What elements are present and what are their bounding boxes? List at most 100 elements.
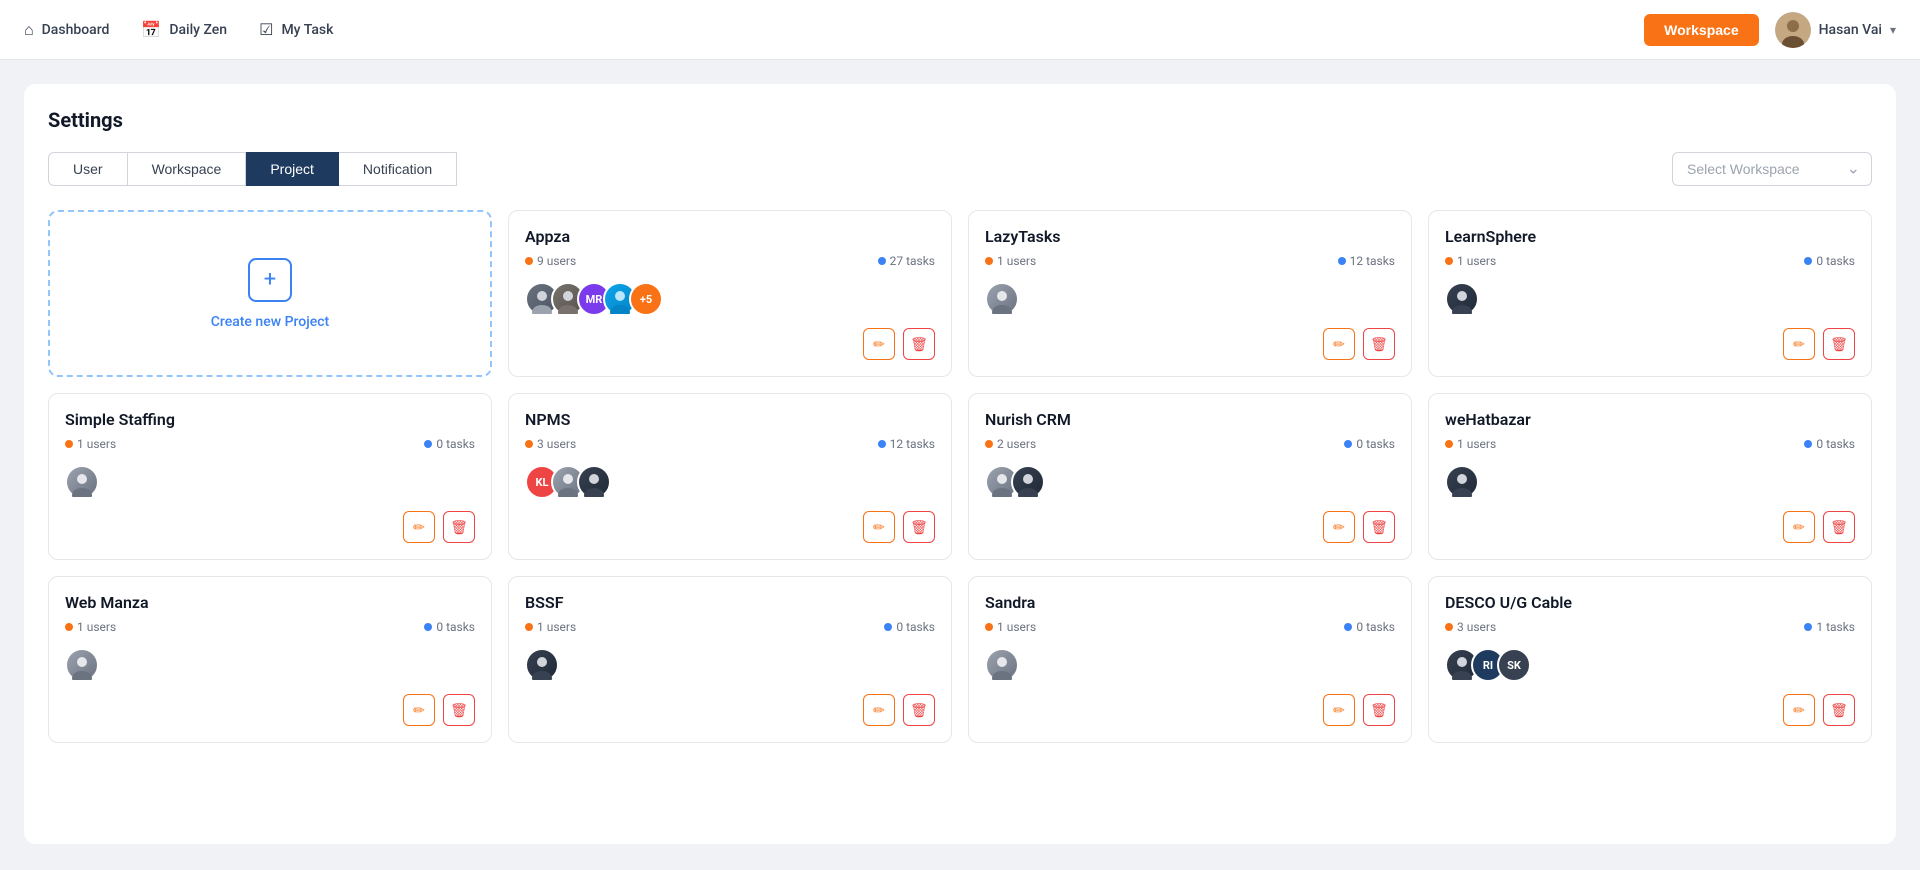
meta-tasks: 0 tasks — [424, 437, 475, 451]
project-meta: 2 users 0 tasks — [985, 437, 1395, 451]
workspace-button[interactable]: Workspace — [1644, 14, 1758, 46]
project-card-nurish-crm: Nurish CRM 2 users 0 tasks — [968, 393, 1412, 560]
edit-button[interactable]: ✏ — [1783, 328, 1815, 360]
project-meta: 1 users 0 tasks — [65, 437, 475, 451]
users-dot — [1445, 440, 1453, 448]
avatars-row — [985, 648, 1395, 682]
project-card-lazytasks: LazyTasks 1 users 12 tasks — [968, 210, 1412, 377]
meta-tasks: 0 tasks — [424, 620, 475, 634]
card-header: Nurish CRM — [985, 410, 1395, 429]
edit-button[interactable]: ✏ — [863, 328, 895, 360]
nav-daily-zen[interactable]: 📅 Daily Zen — [141, 20, 227, 39]
meta-users: 1 users — [1445, 437, 1496, 451]
delete-button[interactable]: 🗑 — [1823, 694, 1855, 726]
workspace-select[interactable]: Select Workspace — [1672, 152, 1872, 186]
project-meta: 1 users 0 tasks — [1445, 437, 1855, 451]
project-name: NPMS — [525, 410, 570, 429]
tab-project[interactable]: Project — [246, 152, 339, 186]
card-actions: ✏ 🗑 — [525, 328, 935, 360]
avatar — [985, 648, 1019, 682]
card-header: LearnSphere — [1445, 227, 1855, 246]
card-header: weHatbazar — [1445, 410, 1855, 429]
tab-workspace[interactable]: Workspace — [128, 152, 247, 186]
avatars-row — [985, 465, 1395, 499]
nav-my-task[interactable]: ☑ My Task — [259, 20, 333, 39]
meta-users: 1 users — [65, 437, 116, 451]
users-dot — [65, 440, 73, 448]
delete-button[interactable]: 🗑 — [1823, 511, 1855, 543]
avatars-row: RI SK — [1445, 648, 1855, 682]
project-name: BSSF — [525, 593, 563, 612]
delete-button[interactable]: 🗑 — [1363, 694, 1395, 726]
card-actions: ✏ 🗑 — [1445, 694, 1855, 726]
meta-tasks: 12 tasks — [1338, 254, 1395, 268]
tasks-dot — [1344, 623, 1352, 631]
card-actions: ✏ 🗑 — [1445, 511, 1855, 543]
project-card-bssf: BSSF 1 users 0 tasks — [508, 576, 952, 743]
project-card-appza: Appza 9 users 27 tasks — [508, 210, 952, 377]
edit-button[interactable]: ✏ — [1783, 511, 1815, 543]
edit-button[interactable]: ✏ — [403, 511, 435, 543]
meta-tasks: 27 tasks — [878, 254, 935, 268]
user-menu[interactable]: Hasan Vai ▾ — [1775, 12, 1896, 48]
card-header: NPMS — [525, 410, 935, 429]
topnav: ⌂ Dashboard 📅 Daily Zen ☑ My Task Worksp… — [0, 0, 1920, 60]
project-name: Web Manza — [65, 593, 149, 612]
delete-button[interactable]: 🗑 — [903, 328, 935, 360]
edit-button[interactable]: ✏ — [1783, 694, 1815, 726]
project-card-simple-staffing: Simple Staffing 1 users 0 tasks — [48, 393, 492, 560]
edit-button[interactable]: ✏ — [1323, 328, 1355, 360]
edit-button[interactable]: ✏ — [403, 694, 435, 726]
avatars-row — [65, 465, 475, 499]
tasks-dot — [878, 440, 886, 448]
create-project-card[interactable]: + Create new Project — [48, 210, 492, 377]
users-count: 1 users — [997, 254, 1036, 268]
nav-daily-zen-label: Daily Zen — [169, 22, 227, 38]
tasks-count: 1 tasks — [1816, 620, 1855, 634]
users-dot — [65, 623, 73, 631]
meta-tasks: 1 tasks — [1804, 620, 1855, 634]
delete-button[interactable]: 🗑 — [1823, 328, 1855, 360]
main-content: Settings User Workspace Project Notifica… — [0, 60, 1920, 868]
tab-user[interactable]: User — [48, 152, 128, 186]
users-count: 3 users — [1457, 620, 1496, 634]
card-header: Simple Staffing — [65, 410, 475, 429]
tab-notification[interactable]: Notification — [339, 152, 457, 186]
delete-button[interactable]: 🗑 — [1363, 328, 1395, 360]
workspace-select-wrap: Select Workspace — [1672, 152, 1872, 186]
project-name: Simple Staffing — [65, 410, 175, 429]
delete-button[interactable]: 🗑 — [443, 511, 475, 543]
delete-button[interactable]: 🗑 — [903, 511, 935, 543]
project-card-sandra: Sandra 1 users 0 tasks — [968, 576, 1412, 743]
meta-users: 3 users — [1445, 620, 1496, 634]
tasks-dot — [1344, 440, 1352, 448]
users-dot — [525, 440, 533, 448]
card-header: Appza — [525, 227, 935, 246]
nav-dashboard[interactable]: ⌂ Dashboard — [24, 20, 109, 40]
avatar — [65, 465, 99, 499]
edit-button[interactable]: ✏ — [1323, 694, 1355, 726]
project-card-npms: NPMS 3 users 12 tasks KL — [508, 393, 952, 560]
users-dot — [1445, 257, 1453, 265]
card-actions: ✏ 🗑 — [525, 694, 935, 726]
project-card-desco: DESCO U/G Cable 3 users 1 tasks — [1428, 576, 1872, 743]
delete-button[interactable]: 🗑 — [1363, 511, 1395, 543]
user-menu-chevron: ▾ — [1890, 23, 1896, 37]
delete-button[interactable]: 🗑 — [903, 694, 935, 726]
edit-button[interactable]: ✏ — [863, 694, 895, 726]
edit-button[interactable]: ✏ — [1323, 511, 1355, 543]
tabs-row: User Workspace Project Notification Sele… — [48, 152, 1872, 186]
tasks-dot — [1804, 257, 1812, 265]
avatars-row — [1445, 465, 1855, 499]
project-meta: 1 users 0 tasks — [65, 620, 475, 634]
edit-button[interactable]: ✏ — [863, 511, 895, 543]
create-plus-button: + — [248, 258, 292, 302]
avatar — [525, 648, 559, 682]
meta-users: 1 users — [65, 620, 116, 634]
meta-tasks: 0 tasks — [1804, 437, 1855, 451]
meta-users: 1 users — [985, 620, 1036, 634]
users-count: 1 users — [1457, 254, 1496, 268]
daily-zen-icon: 📅 — [141, 20, 161, 39]
delete-button[interactable]: 🗑 — [443, 694, 475, 726]
card-actions: ✏ 🗑 — [1445, 328, 1855, 360]
